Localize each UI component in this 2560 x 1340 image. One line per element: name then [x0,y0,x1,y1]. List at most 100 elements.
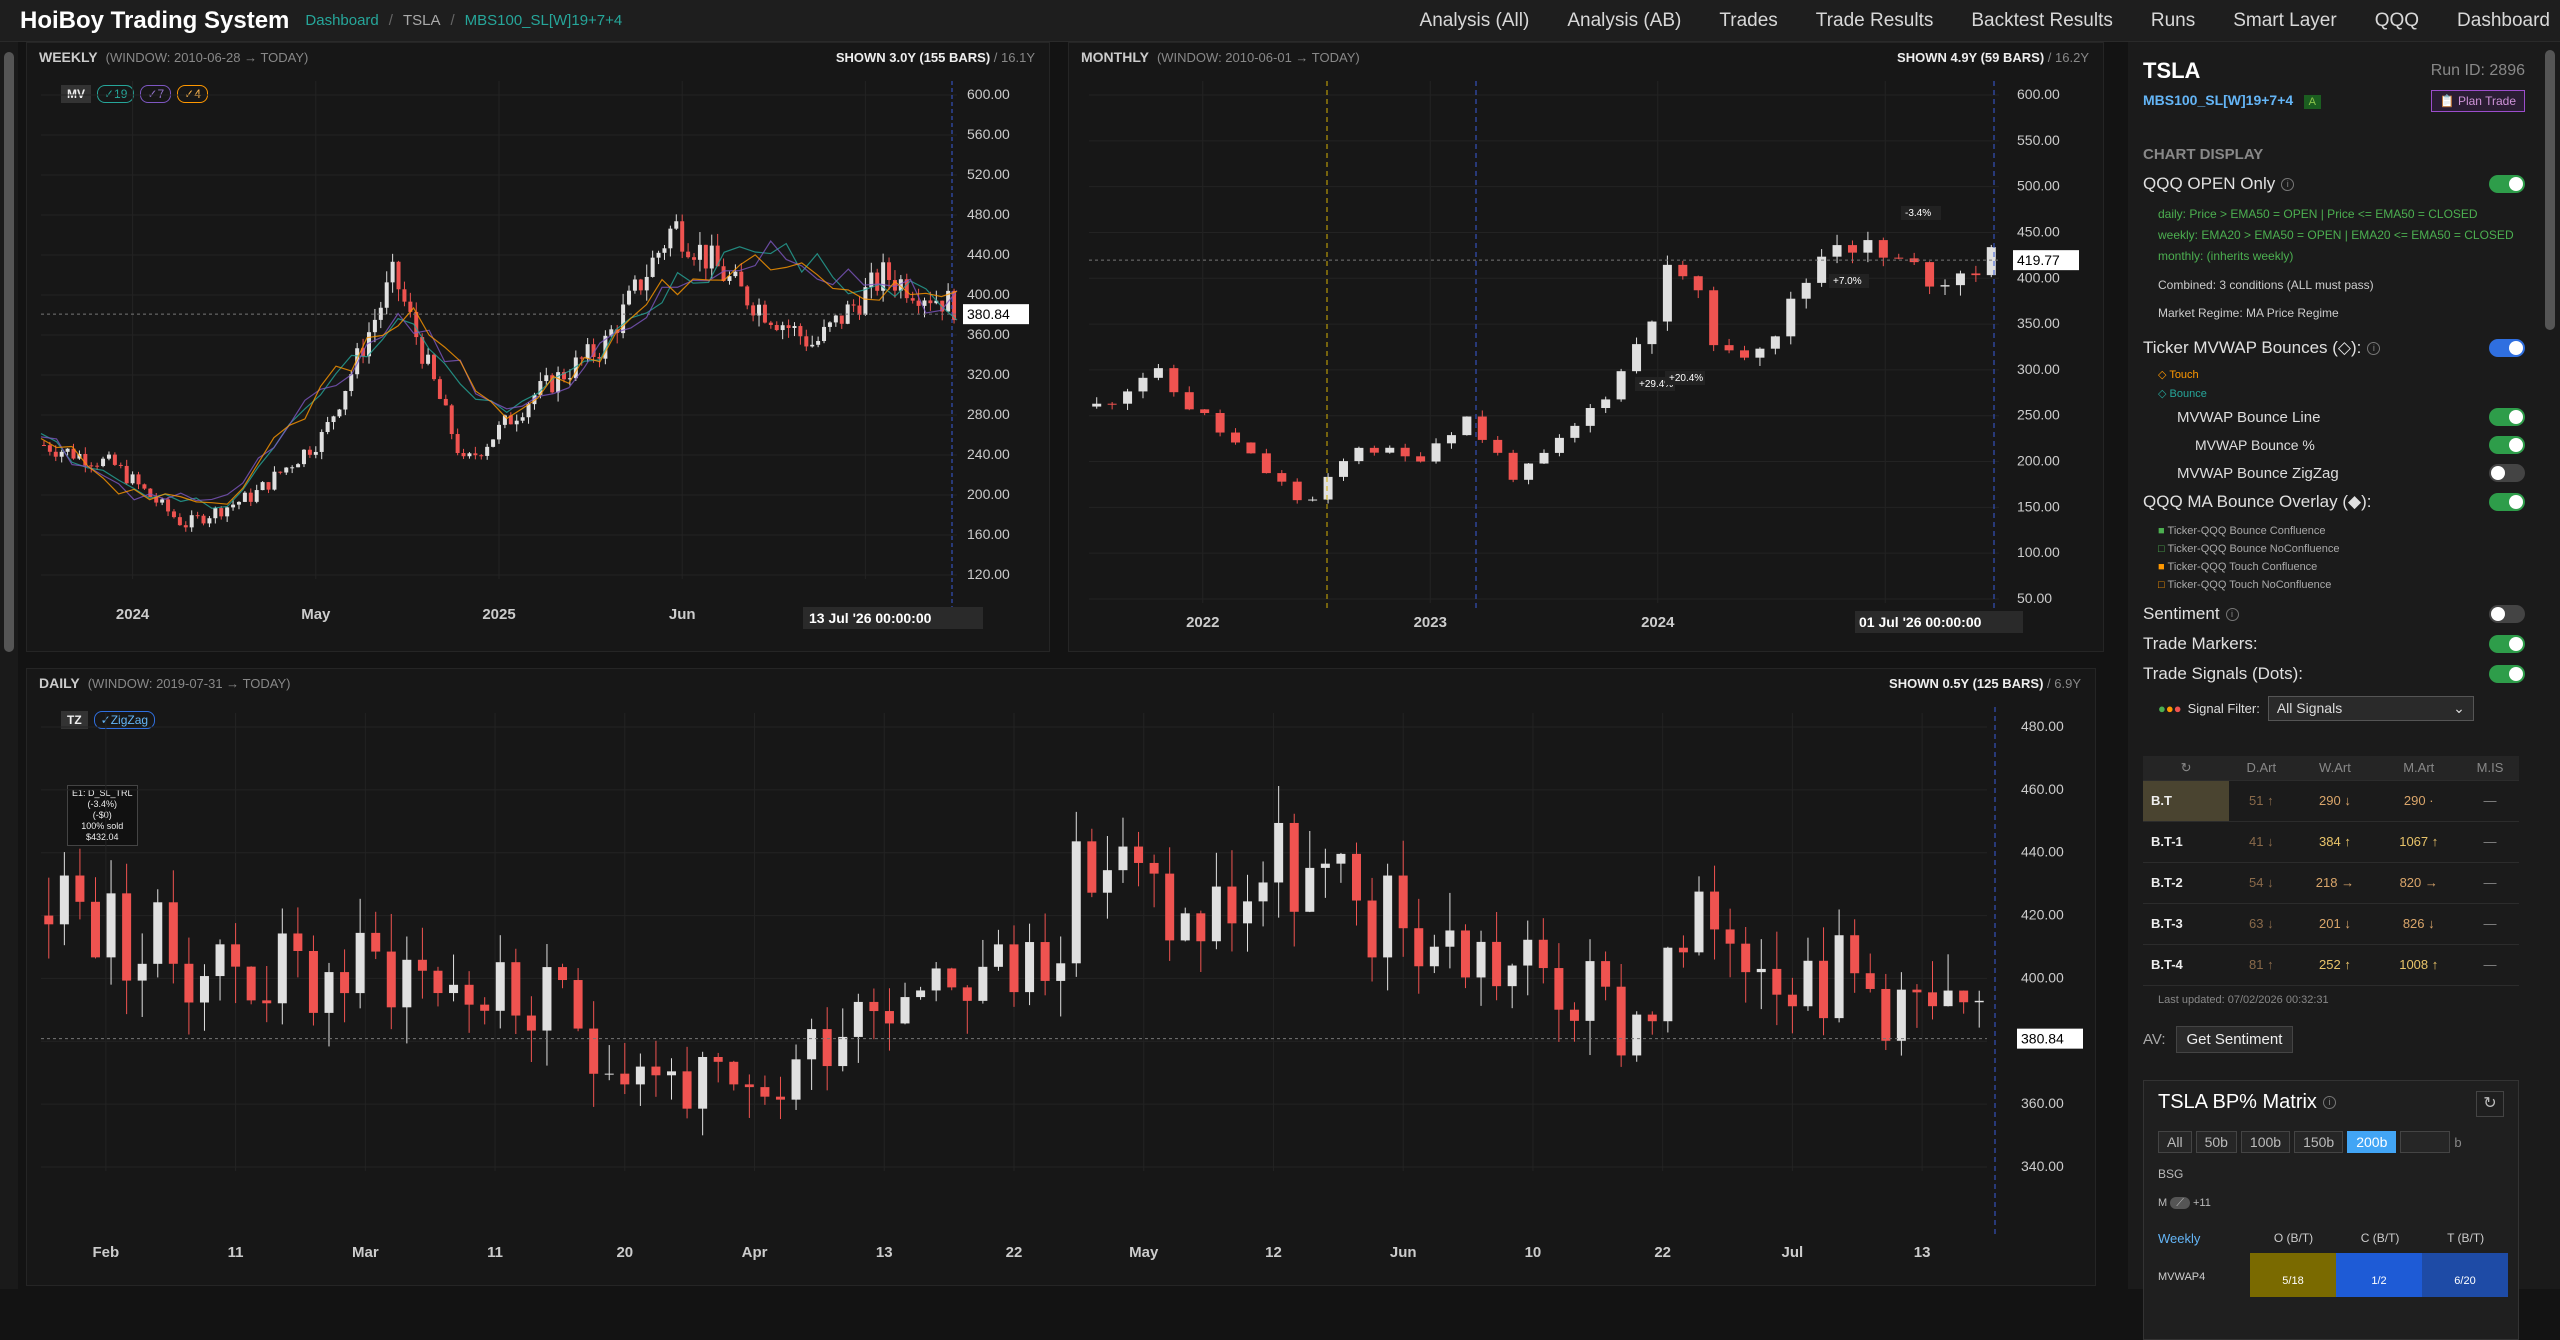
breadcrumb-ticker[interactable]: TSLA [403,12,441,29]
candle-body [1755,348,1765,358]
qqq-ma-toggle[interactable] [2489,493,2525,511]
weekly-chart[interactable]: 600.00 560.00 520.00 480.00 440.00 400.00 360.… [27,71,1051,651]
candle-body [544,375,549,382]
candle-body [916,990,926,998]
candle-body [137,963,147,981]
candle-body [680,221,685,252]
candle-body [573,980,583,1029]
candle-body [313,451,318,455]
period-50[interactable]: 50b [2195,1131,2237,1153]
matrix-cell-c[interactable]: 1/2 [2336,1253,2422,1297]
candle-body [1539,452,1549,464]
candle-body [1928,992,1938,1007]
candle-body [947,968,957,988]
signal-filter-select[interactable]: All Signals ⌄ [2267,696,2474,721]
candle-body [308,950,318,1013]
candle-body [246,966,256,1001]
candle-body [1569,1009,1579,1021]
refresh-icon[interactable]: ↻ [2476,1091,2504,1117]
candle-body [349,374,354,392]
table-header[interactable]: ↻ [2143,756,2230,781]
trade-markers-toggle[interactable] [2489,635,2525,653]
right-scrollbar[interactable] [2540,42,2560,1289]
daily-chart[interactable]: 480.00460.00440.00420.00400.00380.00360.… [27,697,2097,1287]
bounce-pct-toggle[interactable] [2489,436,2525,454]
candle-body [884,1011,894,1024]
sentiment-toggle[interactable] [2489,605,2525,623]
candle-body [319,432,324,452]
mvwap-toggle[interactable] [2489,339,2525,357]
candle-body [355,932,365,994]
candle-body [260,482,265,491]
candle-body [106,454,111,459]
nav-trade-results[interactable]: Trade Results [1816,10,1934,32]
nav-dashboard[interactable]: Dashboard [2457,10,2550,32]
candle-body [325,422,330,433]
candle-body [89,465,94,467]
candle-body [1398,875,1408,929]
period-all[interactable]: All [2158,1131,2192,1153]
candle-body [709,245,714,269]
x-tick-label: 2023 [1414,614,1447,631]
get-sentiment-button[interactable]: Get Sentiment [2175,1026,2294,1053]
x-tick-label: Mar [352,1244,379,1261]
nav-qqq[interactable]: QQQ [2375,10,2419,32]
candle-body [1601,961,1611,987]
candle-body [449,405,454,435]
qqq-ma-label: QQQ MA Bounce Overlay (◆): [2143,492,2372,511]
table-row: B.T-3 63 ↓ 201 ↓ 826 ↓ — [2143,903,2519,945]
left-scrollbar[interactable] [0,42,18,1289]
candle-body [589,1028,599,1074]
candle-body [236,501,241,505]
nav-smart-layer[interactable]: Smart Layer [2233,10,2336,32]
x-tick-label: May [1129,1244,1159,1261]
bounce-line-toggle[interactable] [2489,408,2525,426]
candle-body [1400,447,1410,457]
monthly-shown: SHOWN 4.9Y (59 BARS) / 16.2Y [1897,49,2089,65]
candle-body [467,453,472,457]
monthly-chart[interactable]: 600.00 550.00 500.00 450.00 400.00 350.00 300.… [1069,71,2105,651]
x-tick-label: 12 [1265,1244,1282,1261]
matrix-cell-o[interactable]: 5/18 [2250,1253,2336,1297]
candle-body [703,244,708,269]
candle-body [650,257,655,277]
y-tick-label: 200.00 [2017,453,2060,469]
candle-body [558,967,568,981]
nav-analysis-all[interactable]: Analysis (All) [1420,10,1530,32]
plan-trade-button[interactable]: 📋 Plan Trade [2430,90,2525,112]
candle-body [822,1029,832,1067]
table-cell: 826 ↓ [2376,903,2462,945]
qqq-open-toggle[interactable] [2489,175,2525,193]
mvwap-label: Ticker MVWAP Bounces (◇): i [2143,338,2381,358]
candle-body [1087,841,1097,893]
period-150[interactable]: 150b [2294,1131,2344,1153]
candle-body [1493,439,1503,453]
candle-body [651,1066,661,1076]
nav-trades[interactable]: Trades [1719,10,1777,32]
candle-body [674,221,679,229]
trade-signals-toggle[interactable] [2489,665,2525,683]
custom-bars-input[interactable] [2400,1131,2451,1153]
nav-backtest-results[interactable]: Backtest Results [1971,10,2113,32]
period-100[interactable]: 100b [2240,1131,2291,1153]
candle-body [384,282,389,308]
candle-body [464,984,474,1005]
candle-body [1460,930,1470,978]
breadcrumb-strategy[interactable]: MBS100_SL[W]19+7+4 [465,12,623,29]
x-tick-label: 2024 [1641,614,1675,631]
period-200[interactable]: 200b [2347,1131,2397,1153]
candle-body [254,490,259,502]
bounce-zigzag-toggle[interactable] [2489,464,2525,482]
breadcrumb-dashboard[interactable]: Dashboard [305,12,378,29]
nav-analysis-ab[interactable]: Analysis (AB) [1567,10,1681,32]
candle-body [627,290,632,305]
nav-runs[interactable]: Runs [2151,10,2195,32]
table-cell: — [2461,944,2519,986]
table-cell: 201 ↓ [2293,903,2377,945]
candle-body [1632,1014,1642,1056]
candle-body [632,279,637,291]
matrix-cell-t[interactable]: 6/20 [2422,1253,2508,1297]
monthly-chart-panel: MONTHLY (WINDOW: 2010-06-01 → TODAY) SHOW… [1068,42,2104,652]
candle-body [1338,461,1348,477]
candle-body [183,525,188,528]
